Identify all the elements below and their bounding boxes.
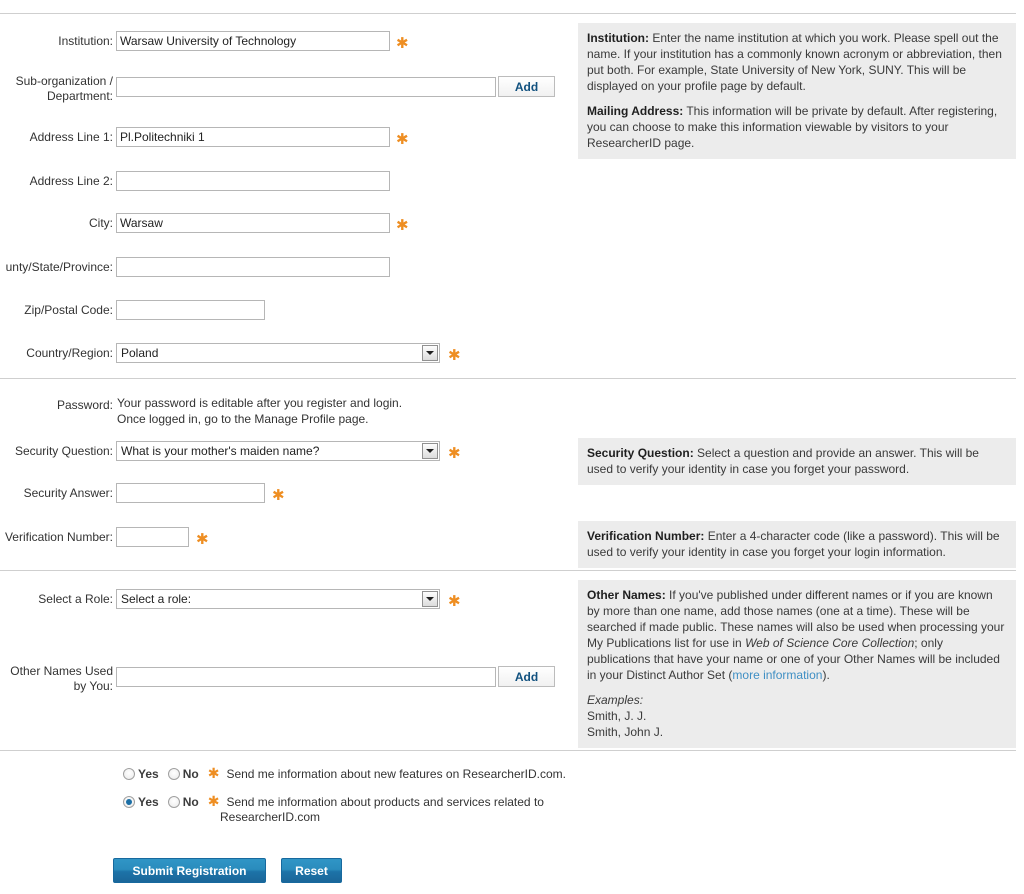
- help-mailing-address-paragraph: Mailing Address: This information will b…: [587, 103, 1007, 151]
- radio-label-products-services-yes: Yes: [138, 795, 159, 809]
- divider-section-security: [0, 378, 1016, 379]
- input-security-answer[interactable]: [116, 483, 265, 503]
- radio-new-features-yes[interactable]: [123, 768, 135, 780]
- input-county-state-province[interactable]: [116, 257, 390, 277]
- label-county-state-province: unty/State/Province:: [5, 260, 113, 274]
- required-asterisk-verification-number: ✱: [196, 530, 209, 548]
- input-suborganization[interactable]: [116, 77, 496, 97]
- label-security-answer: Security Answer:: [23, 486, 113, 500]
- help-institution-body: Enter the name institution at which you …: [587, 31, 1002, 93]
- help-institution-paragraph: Institution: Enter the name institution …: [587, 30, 1007, 94]
- optin-description-products-services-line1: Send me information about products and s…: [226, 795, 544, 809]
- reset-button[interactable]: Reset: [281, 858, 342, 883]
- help-other-names-example-1: Smith, J. J.: [587, 709, 647, 723]
- label-suborganization-line2: Department:: [46, 89, 113, 103]
- input-city[interactable]: [116, 213, 390, 233]
- select-role-value: Select a role:: [121, 592, 192, 606]
- label-institution: Institution:: [58, 34, 113, 48]
- password-note-line1: Your password is editable after you regi…: [117, 396, 403, 410]
- help-security-question-title: Security Question:: [587, 446, 694, 460]
- help-other-names-body-3: ).: [822, 668, 830, 682]
- submit-registration-button[interactable]: Submit Registration: [113, 858, 266, 883]
- help-panel-address: Institution: Enter the name institution …: [578, 23, 1016, 159]
- help-institution-title: Institution:: [587, 31, 649, 45]
- divider-top: [0, 13, 1016, 14]
- input-institution[interactable]: [116, 31, 390, 51]
- required-asterisk-products-services: ✱: [207, 794, 220, 810]
- input-verification-number[interactable]: [116, 527, 189, 547]
- label-security-question: Security Question:: [14, 444, 113, 458]
- help-other-names-title: Other Names:: [587, 588, 666, 602]
- help-other-names-examples-label: Examples:: [587, 692, 1007, 708]
- input-address-line-2[interactable]: [116, 171, 390, 191]
- chevron-down-icon[interactable]: [422, 591, 438, 607]
- input-other-names[interactable]: [116, 667, 496, 687]
- required-asterisk-new-features: ✱: [207, 766, 220, 782]
- label-address-line-1: Address Line 1:: [29, 130, 113, 144]
- chevron-down-icon[interactable]: [422, 443, 438, 459]
- required-asterisk-country-region: ✱: [448, 346, 461, 364]
- radio-label-new-features-yes: Yes: [138, 767, 159, 781]
- add-suborganization-button[interactable]: Add: [498, 76, 555, 97]
- label-country-region: Country/Region:: [26, 346, 113, 360]
- radio-products-services-no[interactable]: [167, 796, 180, 808]
- label-password: Password:: [56, 398, 113, 412]
- required-asterisk-security-question: ✱: [448, 444, 461, 462]
- field-row-country-region: Country/Region: Poland ✱: [0, 343, 575, 363]
- radio-label-new-features-no: No: [182, 767, 199, 781]
- required-asterisk-security-answer: ✱: [272, 486, 285, 504]
- help-other-names-paragraph: Other Names: If you've published under d…: [587, 587, 1007, 683]
- label-city: City:: [89, 216, 113, 230]
- optin-row-new-features: Yes No ✱ Send me information about new feat…: [123, 766, 566, 782]
- select-country-region[interactable]: Poland: [116, 343, 440, 363]
- divider-section-role: [0, 570, 1016, 571]
- required-asterisk-institution: ✱: [396, 34, 409, 52]
- optin-row-products-services: Yes No ✱ Send me information about products…: [123, 794, 544, 824]
- label-zip-postal-code: Zip/Postal Code:: [24, 303, 113, 317]
- label-suborganization-line1: Sub-organization /: [15, 74, 113, 88]
- examples-label-italic: Examples:: [587, 693, 644, 707]
- label-other-names-line1: Other Names Used: [10, 664, 113, 678]
- input-address-line-1[interactable]: [116, 127, 390, 147]
- input-zip-postal-code[interactable]: [116, 300, 265, 320]
- more-information-link[interactable]: more information: [732, 668, 822, 682]
- field-row-select-role: Select a Role: Select a role: ✱: [0, 589, 575, 609]
- label-address-line-2: Address Line 2:: [29, 174, 113, 188]
- radio-products-services-yes[interactable]: [123, 796, 135, 808]
- select-security-question[interactable]: What is your mother's maiden name?: [116, 441, 440, 461]
- label-select-role: Select a Role:: [38, 592, 113, 606]
- help-security-question-paragraph: Security Question: Select a question and…: [587, 445, 1007, 477]
- label-other-names: Other Names Used by You:: [10, 664, 113, 694]
- select-role[interactable]: Select a role:: [116, 589, 440, 609]
- help-panel-other-names: Other Names: If you've published under d…: [578, 580, 1016, 748]
- registration-form-page: Institution: ✱ Sub-organization / Depart…: [0, 0, 1024, 894]
- help-verification-number-title: Verification Number:: [587, 529, 705, 543]
- help-other-names-italic-term: Web of Science Core Collection: [745, 636, 915, 650]
- divider-section-optin: [0, 750, 1016, 751]
- radio-new-features-no[interactable]: [167, 768, 180, 780]
- label-other-names-line2: by You:: [73, 679, 113, 693]
- radio-label-products-services-no: No: [182, 795, 199, 809]
- add-other-names-button[interactable]: Add: [498, 666, 555, 687]
- required-asterisk-address-line-1: ✱: [396, 130, 409, 148]
- help-mailing-address-title: Mailing Address:: [587, 104, 684, 118]
- select-country-region-value: Poland: [121, 346, 159, 360]
- password-note-line2: Once logged in, go to the Manage Profile…: [117, 412, 369, 426]
- password-note: Your password is editable after you regi…: [117, 395, 402, 427]
- chevron-down-icon[interactable]: [422, 345, 438, 361]
- help-other-names-example-2: Smith, John J.: [587, 725, 664, 739]
- required-asterisk-select-role: ✱: [448, 592, 461, 610]
- required-asterisk-city: ✱: [396, 216, 409, 234]
- select-security-question-value: What is your mother's maiden name?: [121, 444, 320, 458]
- label-suborganization: Sub-organization / Department:: [16, 74, 113, 104]
- help-panel-security-question: Security Question: Select a question and…: [578, 438, 1016, 485]
- help-panel-verification-number: Verification Number: Enter a 4-character…: [578, 521, 1016, 568]
- label-verification-number: Verification Number:: [4, 530, 113, 544]
- optin-description-new-features: Send me information about new features o…: [226, 767, 566, 781]
- field-row-security-question: Security Question: What is your mother's…: [0, 441, 575, 461]
- help-verification-number-paragraph: Verification Number: Enter a 4-character…: [587, 528, 1007, 560]
- optin-description-products-services-line2: ResearcherID.com: [220, 810, 321, 824]
